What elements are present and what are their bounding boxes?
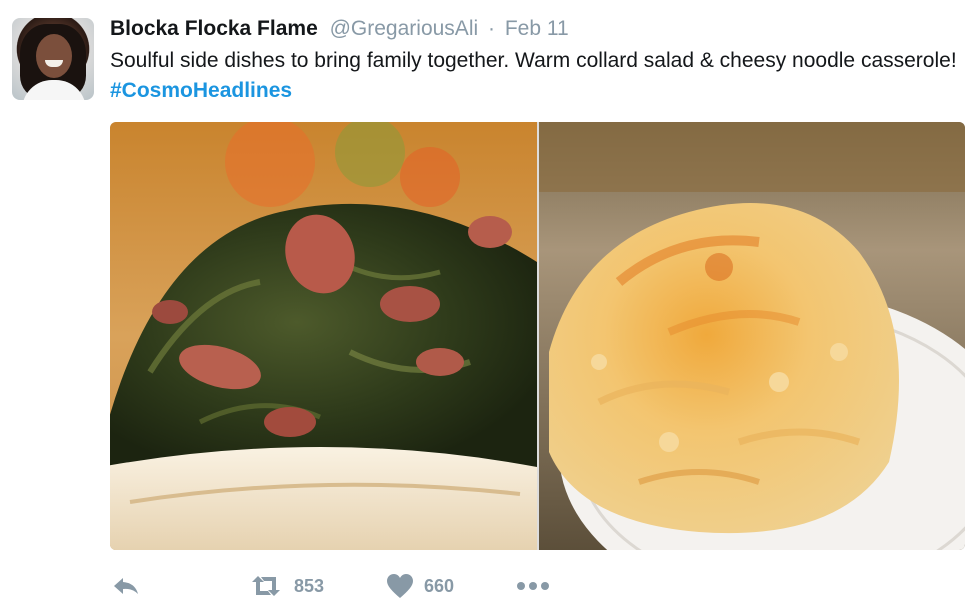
retweet-count: 853 (294, 575, 325, 596)
retweet-icon (248, 574, 284, 598)
like-button[interactable]: 660 (386, 570, 454, 602)
tweet-actions: 853 660 (112, 570, 612, 602)
mac-and-cheese-photo[interactable] (539, 122, 965, 550)
reply-button[interactable] (112, 570, 140, 602)
author-handle[interactable]: @GregariousAli (330, 17, 479, 40)
collard-greens-photo[interactable] (110, 122, 537, 550)
more-icon (516, 581, 550, 591)
more-button[interactable] (516, 570, 550, 602)
reply-icon (112, 574, 140, 598)
tweet-header: Blocka Flocka Flame @GregariousAli · Feb… (110, 14, 569, 44)
tweet-text: Soulful side dishes to bring family toge… (110, 46, 970, 106)
media-grid (110, 122, 965, 550)
heart-icon (386, 573, 414, 599)
avatar[interactable] (12, 18, 94, 100)
avatar-face (36, 34, 72, 78)
author-name[interactable]: Blocka Flocka Flame (110, 17, 318, 40)
like-count: 660 (424, 575, 455, 596)
tweet-body: Soulful side dishes to bring family toge… (110, 49, 957, 72)
tweet-date[interactable]: Feb 11 (505, 17, 569, 40)
retweet-button[interactable]: 853 (248, 570, 324, 602)
meta-separator: · (488, 17, 495, 40)
hashtag-link[interactable]: #CosmoHeadlines (110, 79, 292, 102)
